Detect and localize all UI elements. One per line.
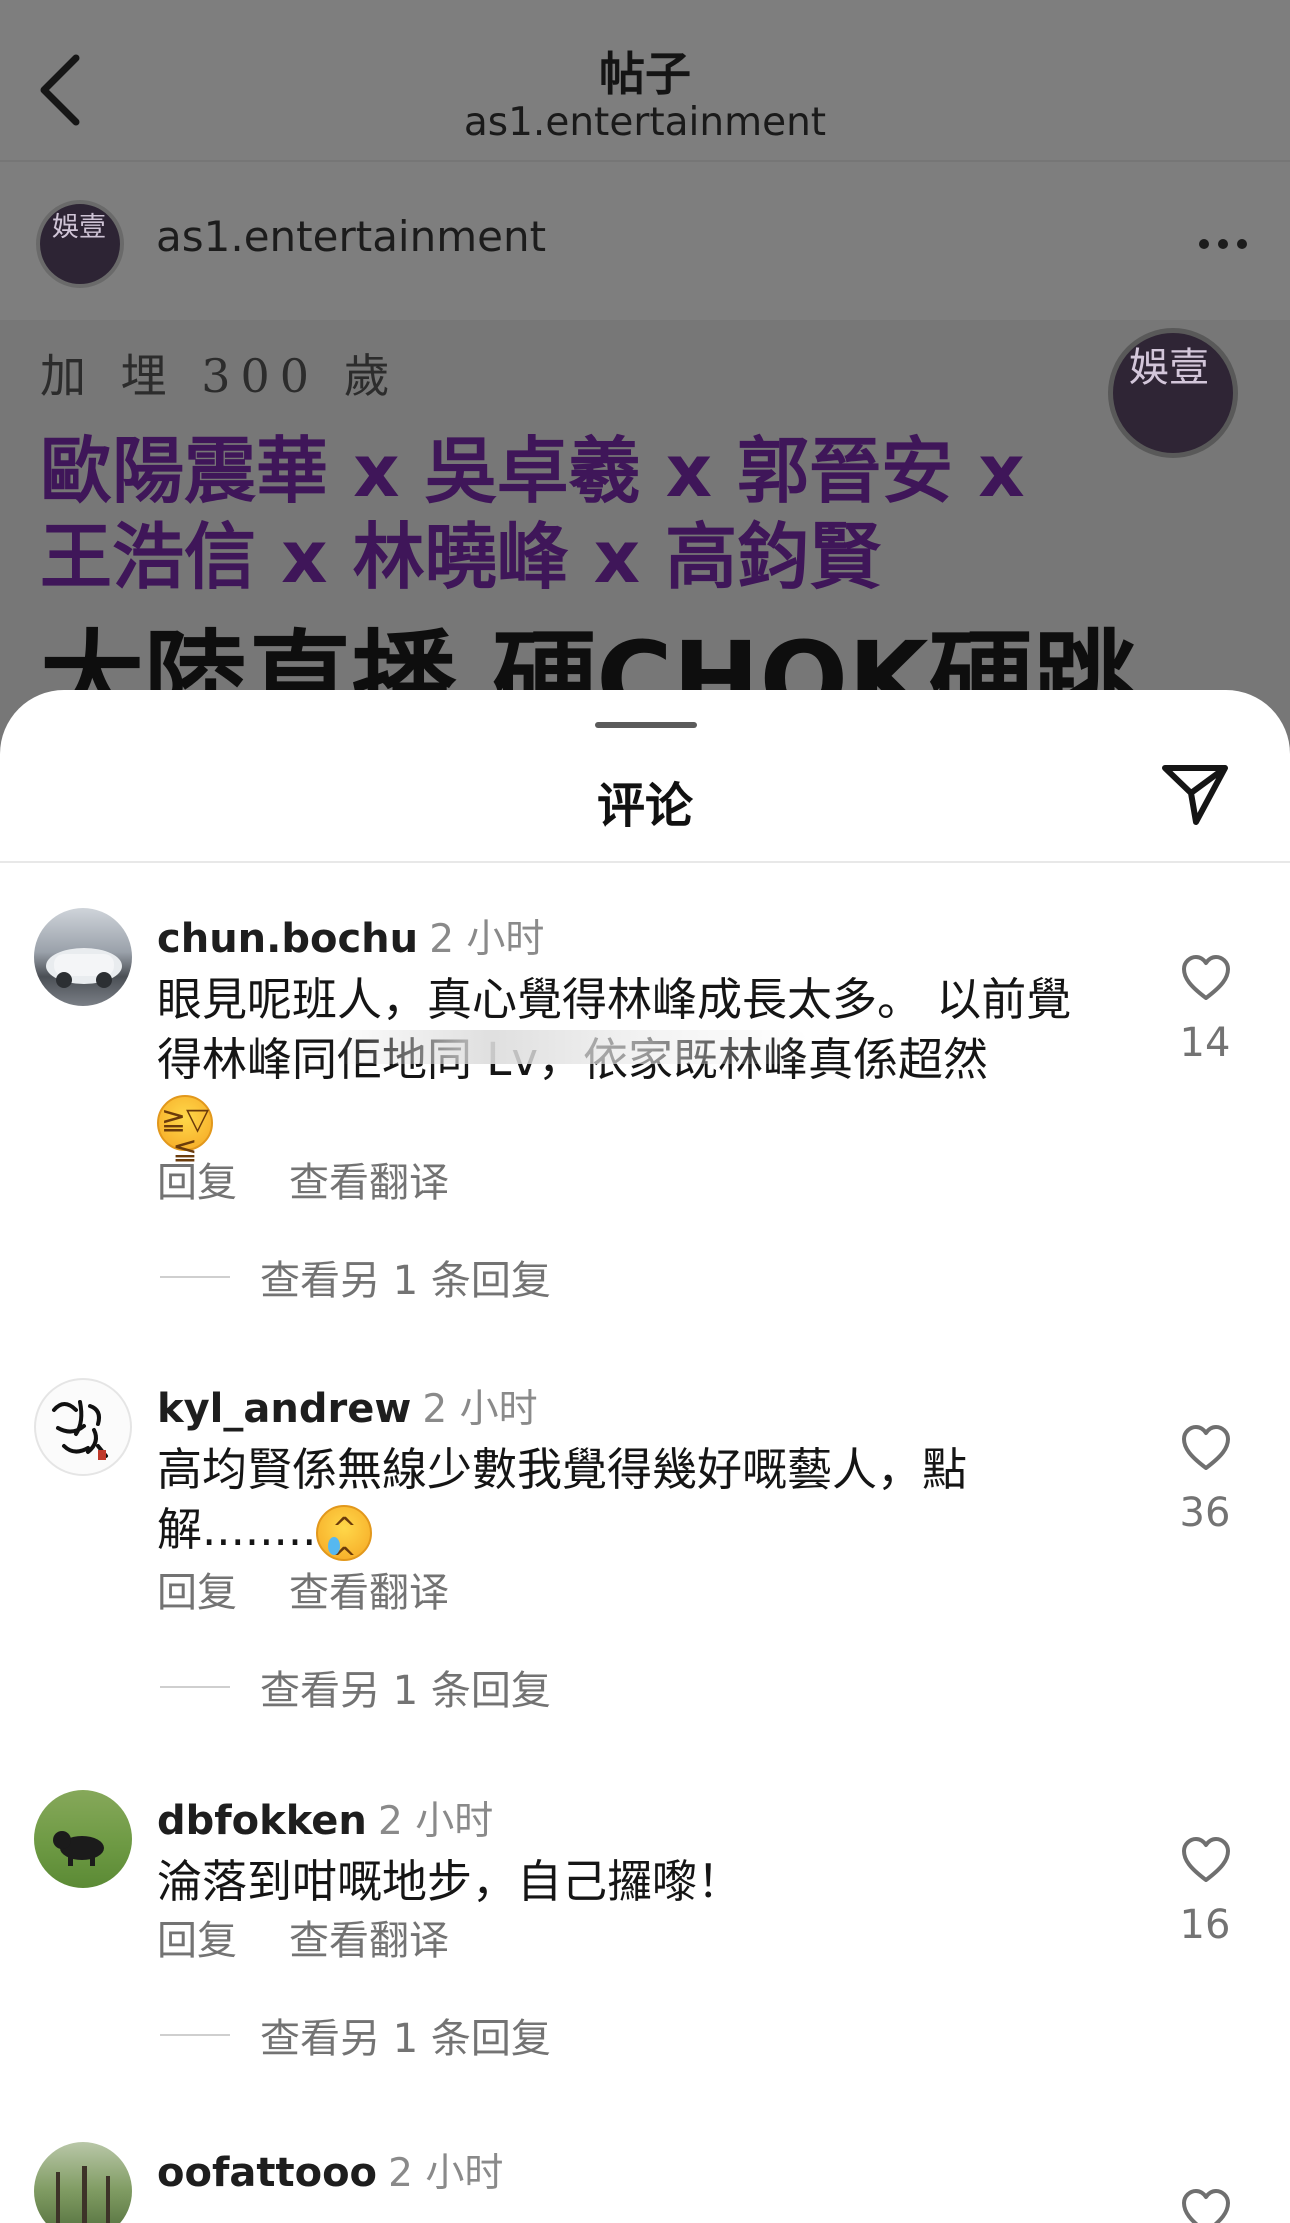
sheet-drag-handle[interactable] [595, 722, 697, 728]
heart-icon[interactable] [1180, 1424, 1232, 1472]
comment-username[interactable]: kyl_andrew [157, 1386, 411, 1432]
comment-time: 2 小时 [422, 1387, 538, 1432]
comment-username[interactable]: dbfokken [157, 1798, 367, 1844]
comment-time: 2 小时 [388, 2151, 504, 2196]
share-send-icon[interactable] [1160, 762, 1230, 826]
banner-logo: 娛壹 [1108, 328, 1238, 458]
smiling-tear-emoji-icon: ^ ^ [316, 1505, 373, 1575]
reply-button[interactable]: 回复 [157, 1570, 237, 1616]
view-replies-label: 查看另 1 条回复 [260, 1258, 551, 1304]
like-count: 14 [1179, 1020, 1231, 1066]
page-title: 帖子 [599, 47, 691, 101]
translate-button[interactable]: 查看翻译 [289, 1570, 449, 1616]
heart-icon[interactable] [1180, 2188, 1232, 2223]
blurred-region [330, 1030, 810, 1064]
sheet-divider [0, 861, 1290, 863]
view-replies-button[interactable]: 查看另 1 条回复 [160, 1658, 551, 1716]
comment-text: 高均賢係無線少數我覺得幾好嘅藝人，點解........ ^ ^ [157, 1440, 1017, 1575]
comment-header: oofattooo 2 小时 [157, 2142, 503, 2198]
car-photo-icon [46, 948, 122, 988]
comment-text: 淪落到咁嘅地步，自己攞嚟！ [157, 1855, 743, 1908]
comment-item: dbfokken 2 小时 淪落到咁嘅地步，自己攞嚟！ 回复 查看翻译 查看另 1… [0, 1790, 1290, 2120]
comment-item: chun.bochu 2 小时 眼見呢班人，真心覺得林峰成長太多。 以前覺得林峰… [0, 908, 1290, 1348]
more-options-icon[interactable] [1198, 236, 1248, 252]
top-nav-bar: 帖子 as1.entertainment [0, 0, 1290, 158]
heart-icon[interactable] [1180, 954, 1232, 1002]
comment-time: 2 小时 [377, 1799, 494, 1844]
like-count: 36 [1179, 1490, 1231, 1536]
view-replies-button[interactable]: 查看另 1 条回复 [160, 1248, 551, 1306]
commenter-avatar[interactable] [34, 2142, 132, 2223]
translate-button[interactable]: 查看翻译 [289, 1160, 449, 1206]
comment-actions: 回复 查看翻译 [157, 1560, 449, 1618]
dog-photo-icon [53, 1831, 104, 1866]
view-replies-label: 查看另 1 条回复 [260, 2016, 551, 2062]
reply-button[interactable]: 回复 [157, 1918, 237, 1964]
comment-username[interactable]: chun.bochu [157, 916, 418, 962]
comment-actions: 回复 查看翻译 [157, 1908, 449, 1966]
comment-time: 2 小时 [429, 917, 545, 962]
comments-sheet: 评论 chun.bochu 2 小时 眼見呢班人，真心覺得林峰成長太多。 以前覺… [0, 690, 1290, 2223]
replies-line [160, 1276, 230, 1278]
comment-header: kyl_andrew 2 小时 [157, 1378, 538, 1434]
account-name[interactable]: as1.entertainment [156, 212, 546, 261]
banner-logo-text: 娛壹 [1129, 345, 1209, 391]
comment-actions: 回复 查看翻译 [157, 1150, 449, 1208]
page-subtitle: as1.entertainment [463, 100, 827, 145]
laughing-emoji-icon: ≧▽≦ [157, 1095, 213, 1165]
comment-body: 高均賢係無線少數我覺得幾好嘅藝人，點解........ [157, 1443, 968, 1556]
like-count: 16 [1179, 1902, 1231, 1948]
trees-photo-icon [56, 2166, 110, 2223]
sheet-title: 评论 [596, 778, 693, 834]
replies-line [160, 2034, 230, 2036]
account-logo-text: 娛壹 [52, 212, 106, 243]
view-replies-button[interactable]: 查看另 1 条回复 [160, 2006, 551, 2064]
comment-item: oofattooo 2 小时 [0, 2142, 1290, 2223]
banner-small-text: 加 埋 300 歲 [40, 349, 400, 403]
post-comments-screen: 帖子 as1.entertainment 娛壹 as1.entertainmen… [0, 0, 1290, 2223]
comment-header: dbfokken 2 小时 [157, 1790, 493, 1846]
banner-names-line2: 王浩信 x 林曉峰 x 高鈞賢 [40, 515, 882, 599]
comment-item: kyl_andrew 2 小时 高均賢係無線少數我覺得幾好嘅藝人，點解.....… [0, 1378, 1290, 1738]
commenter-avatar[interactable] [34, 1790, 132, 1888]
commenter-avatar[interactable] [34, 1378, 132, 1476]
comment-username[interactable]: oofattooo [157, 2150, 377, 2196]
heart-icon[interactable] [1180, 1836, 1232, 1884]
view-replies-label: 查看另 1 条回复 [260, 1668, 551, 1714]
calligraphy-avatar-icon [52, 1400, 108, 1460]
post-author-row: 娛壹 as1.entertainment [0, 160, 1290, 320]
commenter-avatar[interactable] [34, 908, 132, 1006]
translate-button[interactable]: 查看翻译 [289, 1918, 449, 1964]
replies-line [160, 1686, 230, 1688]
comment-header: chun.bochu 2 小时 [157, 908, 544, 964]
post-background: 帖子 as1.entertainment 娛壹 as1.entertainmen… [0, 0, 1290, 760]
account-avatar[interactable]: 娛壹 [36, 200, 124, 288]
reply-button[interactable]: 回复 [157, 1160, 237, 1206]
